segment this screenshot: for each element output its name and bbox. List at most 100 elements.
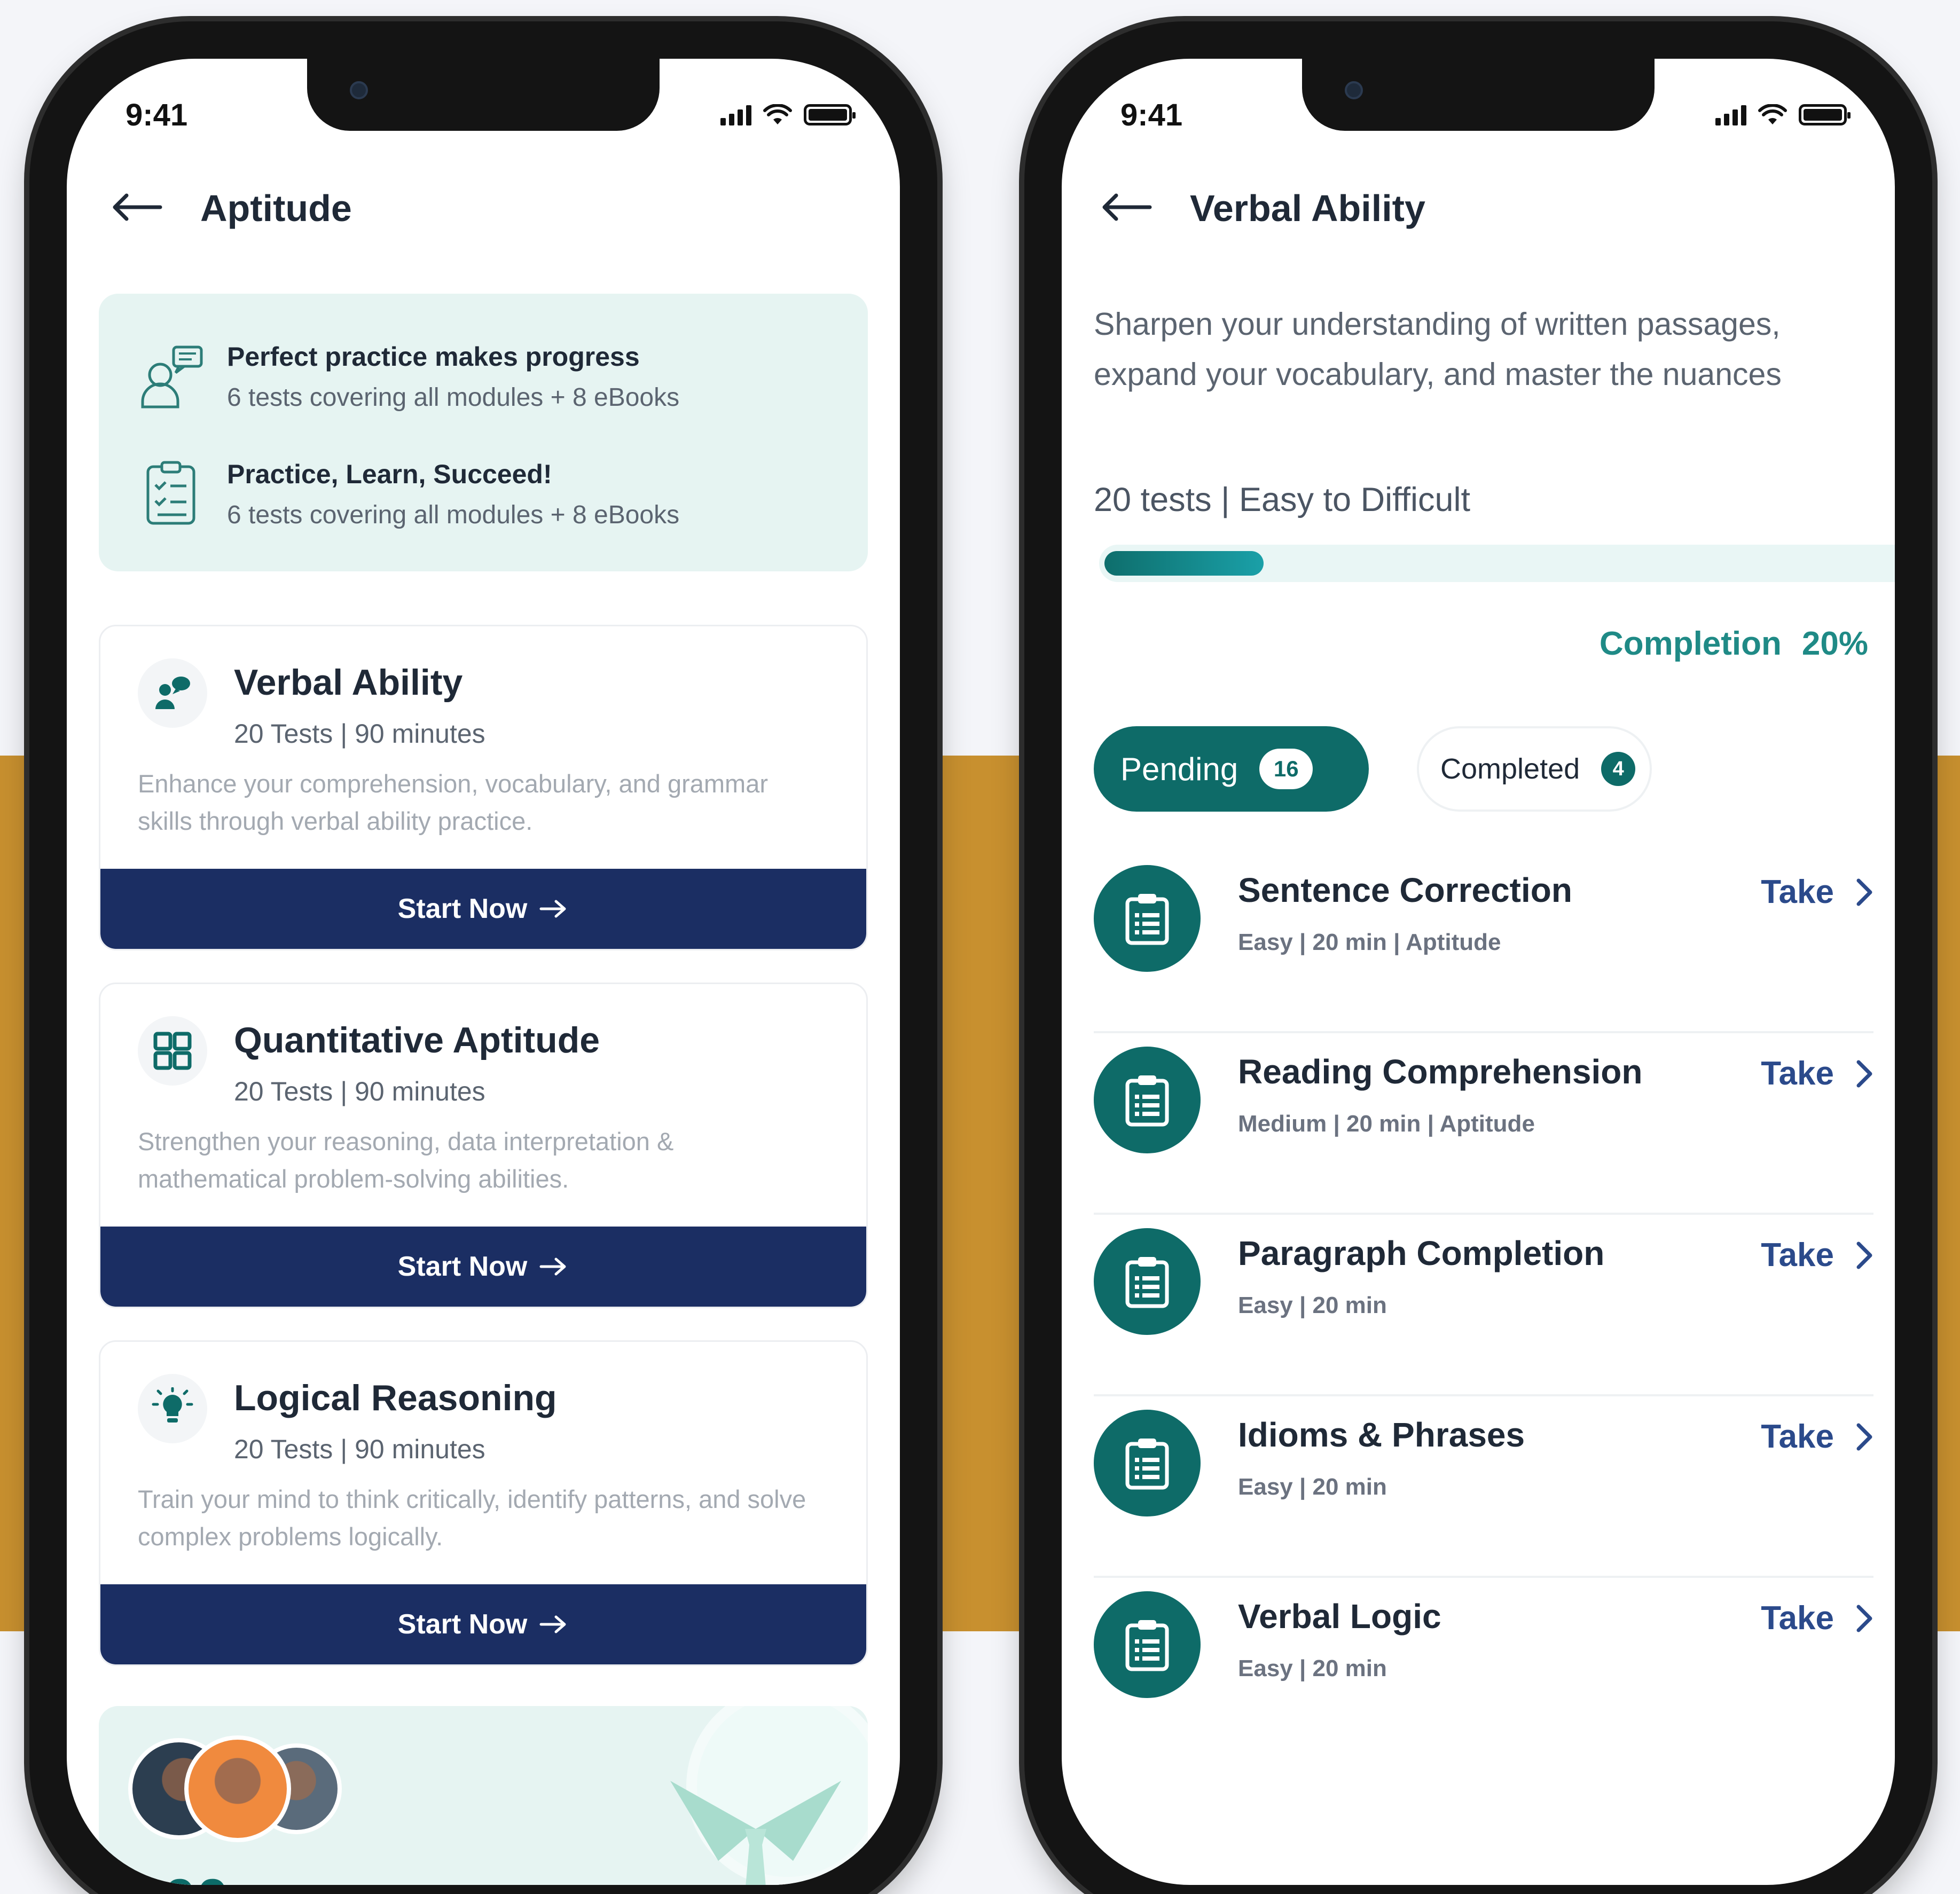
status-tabs: Pending 16 Completed 4 xyxy=(1094,726,1652,812)
start-now-button[interactable]: Start Now xyxy=(100,1227,866,1307)
app-header: Aptitude xyxy=(109,187,857,230)
take-label: Take xyxy=(1761,1237,1834,1274)
notch xyxy=(1302,59,1655,131)
mentor-count: 100+ xyxy=(131,1866,263,1885)
start-now-label: Start Now xyxy=(397,893,528,924)
back-arrow-icon[interactable] xyxy=(1099,191,1153,226)
course-meta: 20 Tests | 90 minutes xyxy=(234,1076,485,1106)
take-test-button[interactable]: Take xyxy=(1761,1599,1873,1637)
take-test-button[interactable]: Take xyxy=(1761,873,1873,911)
arrow-right-icon xyxy=(539,900,566,918)
completion-progress-bar xyxy=(1099,545,1895,582)
course-title: Quantitative Aptitude xyxy=(234,1020,600,1060)
test-row[interactable]: Reading Comprehension Medium | 20 min | … xyxy=(1094,1033,1873,1215)
back-arrow-icon[interactable] xyxy=(109,191,163,226)
chevron-right-icon xyxy=(1856,1060,1872,1087)
course-description: Strengthen your reasoning, data interpre… xyxy=(138,1127,674,1193)
start-now-button[interactable]: Start Now xyxy=(100,869,866,949)
promo-card: Perfect practice makes progress 6 tests … xyxy=(99,294,868,571)
course-card-quantitative-aptitude: Quantitative Aptitude 20 Tests | 90 minu… xyxy=(99,983,868,1308)
test-meta: Easy | 20 min | Aptitude xyxy=(1238,929,1501,955)
page-title: Aptitude xyxy=(200,187,352,229)
chevron-right-icon xyxy=(1856,1605,1872,1632)
chat-person-icon xyxy=(141,345,203,408)
status-time: 9:41 xyxy=(1120,97,1183,132)
promo-item: Practice, Learn, Succeed! 6 tests coveri… xyxy=(136,443,830,545)
course-description: Enhance your comprehension, vocabulary, … xyxy=(138,769,768,835)
app-header: Verbal Ability xyxy=(1099,187,1852,230)
course-meta: 20 Tests | 90 minutes xyxy=(234,719,485,749)
battery-icon xyxy=(1799,104,1851,125)
test-meta: Easy | 20 min xyxy=(1238,1655,1387,1681)
arrow-right-icon xyxy=(539,1615,566,1633)
cellular-signal-icon xyxy=(1715,104,1746,125)
take-test-button[interactable]: Take xyxy=(1761,1236,1873,1274)
lightbulb-icon xyxy=(138,1374,207,1443)
tab-completed[interactable]: Completed 4 xyxy=(1417,726,1652,812)
promo-subtitle: 6 tests covering all modules + 8 eBooks xyxy=(227,383,680,412)
take-label: Take xyxy=(1761,1055,1834,1092)
clipboard-icon xyxy=(1094,1410,1201,1516)
promo-title: Practice, Learn, Succeed! xyxy=(227,459,552,489)
course-card-verbal-ability: Verbal Ability 20 Tests | 90 minutes Enh… xyxy=(99,625,868,950)
test-title: Reading Comprehension xyxy=(1238,1052,1643,1091)
chevron-right-icon xyxy=(1856,878,1872,906)
avatar xyxy=(184,1735,291,1842)
tab-label: Completed xyxy=(1440,753,1580,785)
clipboard-icon xyxy=(1094,1228,1201,1335)
chevron-right-icon xyxy=(1856,1423,1872,1450)
progress-fill xyxy=(1104,551,1264,576)
mentors-card[interactable]: 100+ xyxy=(99,1706,868,1885)
wifi-icon xyxy=(763,104,792,124)
clipboard-icon xyxy=(1094,1047,1201,1153)
test-row[interactable]: Verbal Logic Easy | 20 min Take xyxy=(1094,1578,1873,1759)
tab-pending[interactable]: Pending 16 xyxy=(1094,726,1369,812)
start-now-label: Start Now xyxy=(397,1251,528,1282)
clipboard-icon xyxy=(1094,1591,1201,1698)
page-title: Verbal Ability xyxy=(1190,187,1425,229)
course-description: Train your mind to think critically, ide… xyxy=(138,1485,806,1551)
test-meta: Medium | 20 min | Aptitude xyxy=(1238,1111,1535,1137)
completion-label: Completion xyxy=(1599,625,1782,662)
count-badge: 4 xyxy=(1601,752,1636,786)
course-meta: 20 Tests | 90 minutes xyxy=(234,1434,485,1464)
take-label: Take xyxy=(1761,1418,1834,1455)
cellular-signal-icon xyxy=(720,104,751,125)
test-title: Idioms & Phrases xyxy=(1238,1416,1525,1454)
take-test-button[interactable]: Take xyxy=(1761,1055,1873,1093)
grid-icon xyxy=(138,1016,207,1086)
course-card-logical-reasoning: Logical Reasoning 20 Tests | 90 minutes … xyxy=(99,1340,868,1666)
test-title: Sentence Correction xyxy=(1238,871,1572,909)
start-now-button[interactable]: Start Now xyxy=(100,1584,866,1664)
test-row[interactable]: Paragraph Completion Easy | 20 min Take xyxy=(1094,1215,1873,1396)
completion-status: Completion 20% xyxy=(1600,625,1868,663)
promo-subtitle: 6 tests covering all modules + 8 eBooks xyxy=(227,500,680,529)
take-label: Take xyxy=(1761,874,1834,910)
mentor-avatars xyxy=(128,1735,342,1845)
test-row[interactable]: Sentence Correction Easy | 20 min | Apti… xyxy=(1094,852,1873,1033)
take-test-button[interactable]: Take xyxy=(1761,1418,1873,1456)
start-now-label: Start Now xyxy=(397,1609,528,1640)
arrow-right-icon xyxy=(539,1258,566,1276)
course-title: Logical Reasoning xyxy=(234,1378,557,1418)
tab-label: Pending xyxy=(1120,751,1238,787)
test-meta: Easy | 20 min xyxy=(1238,1474,1387,1500)
promo-title: Perfect practice makes progress xyxy=(227,341,640,372)
test-row[interactable]: Idioms & Phrases Easy | 20 min Take xyxy=(1094,1396,1873,1578)
notch xyxy=(307,59,660,131)
clipboard-icon xyxy=(1094,865,1201,972)
take-label: Take xyxy=(1761,1600,1834,1637)
battery-icon xyxy=(804,104,856,125)
status-time: 9:41 xyxy=(126,97,188,132)
checklist-icon xyxy=(146,461,195,525)
tie-icon xyxy=(670,1781,841,1885)
test-title: Verbal Logic xyxy=(1238,1597,1441,1636)
phone-right: 9:41 Verbal Ability Sharpen your underst… xyxy=(1024,21,1932,1894)
test-meta: Easy | 20 min xyxy=(1238,1292,1387,1318)
aptitude-screen: 9:41 Aptitude Perfect practice makes pro… xyxy=(67,59,900,1885)
verbal-ability-screen: 9:41 Verbal Ability Sharpen your underst… xyxy=(1062,59,1895,1885)
tests-meta: 20 tests | Easy to Difficult xyxy=(1094,481,1470,518)
promo-item: Perfect practice makes progress 6 tests … xyxy=(136,326,830,427)
count-badge: 16 xyxy=(1259,749,1313,789)
phone-left: 9:41 Aptitude Perfect practice makes pro… xyxy=(29,21,937,1894)
